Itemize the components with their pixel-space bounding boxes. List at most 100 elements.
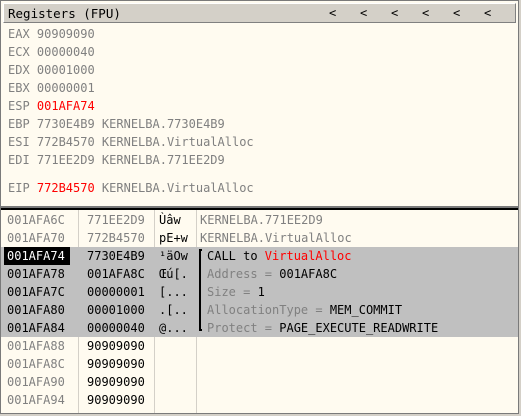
register-value[interactable]: 7730E4B9 (37, 117, 95, 131)
call-prefix: CALL to (207, 249, 265, 263)
stack-address[interactable]: 001AFA74 (4, 247, 70, 265)
stack-address[interactable]: 001AFA88 (4, 337, 70, 355)
stack-ascii: .[.. (159, 303, 188, 317)
comment-text: KERNELBA.771EE2D9 (200, 213, 323, 227)
arg-value: 001AFA8C (279, 267, 338, 281)
prev-arrow-icon[interactable]: < (329, 6, 336, 20)
stack-row[interactable]: 001AFA88 90909090 (1, 337, 518, 355)
stack-address[interactable]: 001AFA94 (4, 391, 70, 409)
register-row-eip[interactable]: EIP 772B4570 KERNELBA.VirtualAlloc (8, 180, 254, 197)
register-row-ebx[interactable]: EBX 00000001 (8, 80, 95, 97)
stack-ascii: [... (159, 285, 188, 299)
arg-value: MEM_COMMIT (329, 303, 403, 317)
register-name: EBP (8, 117, 37, 131)
register-value[interactable]: 771EE2D9 (37, 153, 95, 167)
stack-row[interactable]: 001AFA8C 90909090 (1, 355, 518, 373)
register-row-edx[interactable]: EDX 00001000 (8, 62, 95, 79)
register-value[interactable]: 001AFA74 (37, 99, 95, 113)
register-row-edi[interactable]: EDI 771EE2D9 KERNELBA.771EE2D9 (8, 152, 225, 169)
arg-value: 1 (257, 285, 265, 299)
stack-row[interactable]: 001AFA78 001AFA8C Œú[. Address = 001AFA8C (1, 265, 518, 283)
stack-row[interactable]: 001AFA74 7730E4B9 ¹äOw CALL to VirtualAlloc (1, 247, 518, 265)
stack-address[interactable]: 001AFA6C (4, 211, 70, 229)
register-name: EIP (8, 181, 37, 195)
register-value[interactable]: 772B4570 (37, 181, 95, 195)
stack-comment: KERNELBA.VirtualAlloc (200, 229, 352, 247)
stack-comment: Size = 1 (207, 283, 265, 301)
arg-label: Address = (207, 267, 280, 281)
stack-value[interactable]: 00000040 (87, 319, 145, 337)
prev-arrow-icon[interactable]: < (453, 6, 460, 20)
stack-comment: Address = 001AFA8C (207, 265, 337, 283)
registers-title: Registers (FPU) (8, 6, 121, 21)
comment-text: KERNELBA.VirtualAlloc (200, 231, 352, 245)
registers-panel: Registers (FPU) < < < < < < EAX 90909090… (0, 0, 519, 207)
stack-comment: AllocationType = MEM_COMMIT (207, 301, 402, 319)
stack-value[interactable]: 001AFA8C (87, 265, 145, 283)
register-comment: KERNELBA.VirtualAlloc (94, 135, 254, 149)
register-row-esp[interactable]: ESP 001AFA74 (8, 98, 95, 115)
stack-address[interactable]: 001AFA84 (4, 319, 70, 337)
stack-row[interactable]: 001AFA7C 00000001 [... Size = 1 (1, 283, 518, 301)
arg-value: PAGE_EXECUTE_READWRITE (279, 321, 439, 335)
stack-value[interactable]: 90909090 (87, 373, 145, 391)
stack-value[interactable]: 90909090 (87, 391, 145, 409)
stack-row[interactable]: 001AFA80 00001000 .[.. AllocationType = MEM… (1, 301, 518, 319)
register-row-ebp[interactable]: EBP 7730E4B9 KERNELBA.7730E4B9 (8, 116, 225, 133)
stack-row[interactable]: 001AFA90 90909090 (1, 373, 518, 391)
stack-comment: KERNELBA.771EE2D9 (200, 211, 323, 229)
arg-label: Protect = (207, 321, 280, 335)
stack-value[interactable]: 772B4570 (87, 229, 145, 247)
register-value[interactable]: 00000001 (37, 81, 95, 95)
stack-address[interactable]: 001AFA90 (4, 373, 70, 391)
arg-label: AllocationType = (207, 303, 330, 317)
register-comment: KERNELBA.771EE2D9 (94, 153, 225, 167)
stack-row[interactable]: 001AFA84 00000040 @... Protect = PAGE_EXECU… (1, 319, 518, 337)
stack-address[interactable]: 001AFA7C (4, 283, 70, 301)
stack-row[interactable]: 001AFA70 772B4570 pE+w KERNELBA.VirtualAllo… (1, 229, 518, 247)
register-name: ESP (8, 99, 37, 113)
register-comment: KERNELBA.7730E4B9 (94, 117, 225, 131)
stack-value[interactable]: 7730E4B9 (87, 247, 145, 265)
register-name: ESI (8, 135, 37, 149)
register-row-eax[interactable]: EAX 90909090 (8, 26, 95, 43)
register-value[interactable]: 90909090 (37, 27, 95, 41)
stack-address[interactable]: 001AFA78 (4, 265, 70, 283)
register-row-ecx[interactable]: ECX 00000040 (8, 44, 95, 61)
stack-comment: Protect = PAGE_EXECUTE_READWRITE (207, 319, 438, 337)
registers-titlebar[interactable]: Registers (FPU) < < < < < < (3, 3, 516, 23)
call-target: VirtualAlloc (264, 249, 352, 263)
prev-arrow-icon[interactable]: < (484, 6, 491, 20)
stack-address[interactable]: 001AFA70 (4, 229, 70, 247)
prev-arrow-icon[interactable]: < (422, 6, 429, 20)
register-comment: KERNELBA.VirtualAlloc (94, 181, 254, 195)
stack-value[interactable]: 771EE2D9 (87, 211, 145, 229)
stack-address[interactable]: 001AFA8C (4, 355, 70, 373)
register-name: ECX (8, 45, 37, 59)
stack-row[interactable]: 001AFA6C 771EE2D9 Ùâw KERNELBA.771EE2D9 (1, 211, 518, 229)
stack-value[interactable]: 90909090 (87, 355, 145, 373)
register-value[interactable]: 00001000 (37, 63, 95, 77)
stack-address[interactable]: 001AFA80 (4, 301, 70, 319)
prev-arrow-icon[interactable]: < (360, 6, 367, 20)
register-name: EAX (8, 27, 37, 41)
call-args-bracket (199, 249, 202, 331)
stack-value[interactable]: 00001000 (87, 301, 145, 319)
register-row-esi[interactable]: ESI 772B4570 KERNELBA.VirtualAlloc (8, 134, 254, 151)
stack-ascii: @... (159, 321, 188, 335)
register-value[interactable]: 00000040 (37, 45, 95, 59)
stack-comment: CALL to VirtualAlloc (207, 247, 352, 265)
stack-ascii: ¹äOw (159, 249, 188, 263)
register-name: EDX (8, 63, 37, 77)
register-name: EDI (8, 153, 37, 167)
stack-ascii: Ùâw (159, 213, 181, 227)
stack-ascii: Œú[. (159, 267, 188, 281)
prev-arrow-icon[interactable]: < (391, 6, 398, 20)
stack-row[interactable]: 001AFA94 90909090 (1, 391, 518, 409)
register-value[interactable]: 772B4570 (37, 135, 95, 149)
stack-value[interactable]: 00000001 (87, 283, 145, 301)
stack-value[interactable]: 90909090 (87, 337, 145, 355)
stack-panel[interactable]: 001AFA6C 771EE2D9 Ùâw KERNELBA.771EE2D9 001A… (0, 207, 519, 414)
arg-label: Size = (207, 285, 258, 299)
register-name: EBX (8, 81, 37, 95)
